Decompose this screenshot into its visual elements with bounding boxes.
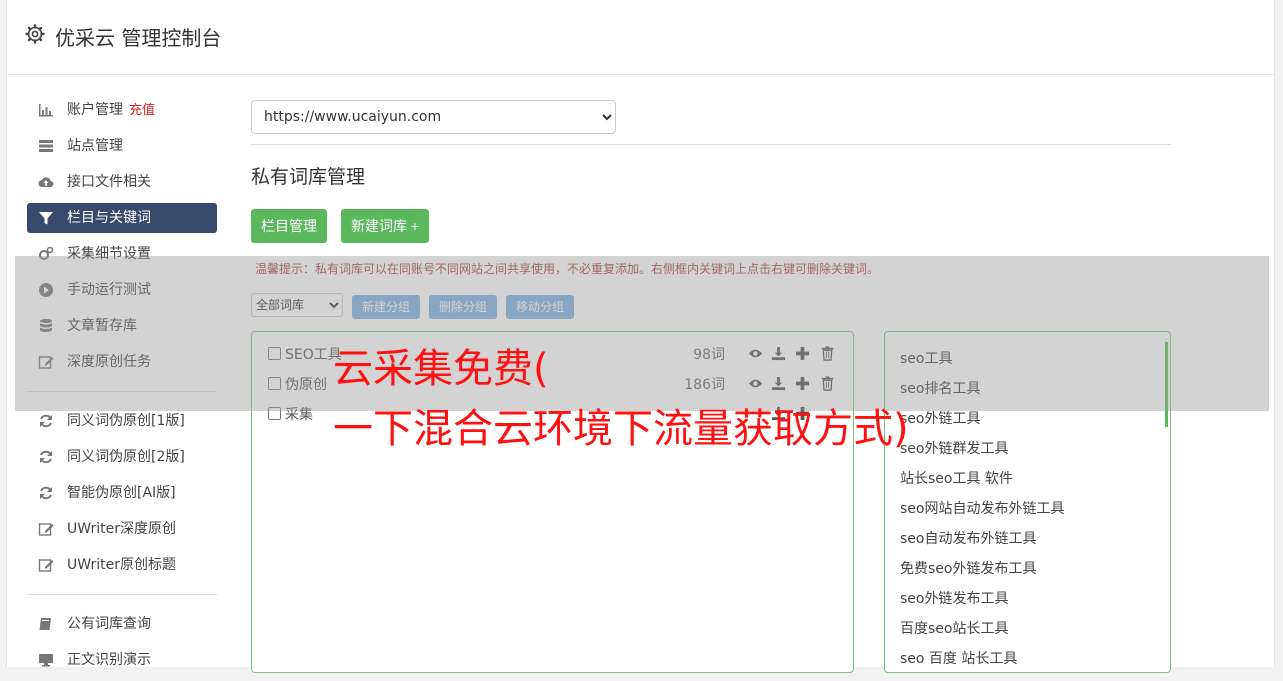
sidebar-item-public-lib[interactable]: 公有词库查询 <box>27 609 217 639</box>
overlay-band <box>15 256 1269 411</box>
overlay-text-line2: 一下混合云环境下流量获取方式) <box>333 406 909 452</box>
sidebar-item-label: 站点管理 <box>67 138 123 154</box>
section-title: 私有词库管理 <box>251 166 366 188</box>
refresh-icon <box>40 486 52 500</box>
book-icon <box>39 618 51 630</box>
site-select[interactable]: https://www.ucaiyun.com <box>251 100 616 134</box>
top-bar: 优采云 管理控制台 <box>7 0 1274 75</box>
cloud-upload-icon <box>38 177 54 187</box>
filter-icon <box>39 212 53 225</box>
refresh-icon <box>40 414 52 428</box>
gear-icon <box>25 24 45 44</box>
sidebar-item-account[interactable]: 账户管理 充值 <box>27 95 217 125</box>
sidebar-item-label: UWriter深度原创 <box>67 521 176 537</box>
refresh-icon <box>40 450 52 464</box>
column-manage-button[interactable]: 栏目管理 <box>251 209 327 243</box>
sidebar-item-label: 账户管理 <box>67 102 123 118</box>
sidebar-item-label: 接口文件相关 <box>67 174 151 190</box>
list-item[interactable]: 站长seo工具 软件 <box>900 468 1013 488</box>
sidebar-item-label: UWriter原创标题 <box>67 557 176 573</box>
monitor-icon <box>39 654 53 667</box>
sidebar-item-interface[interactable]: 接口文件相关 <box>27 167 217 197</box>
recharge-link[interactable]: 充值 <box>129 103 155 118</box>
list-item[interactable]: seo 百度 站长工具 <box>900 648 1017 668</box>
list-item[interactable]: 免费seo外链发布工具 <box>900 558 1036 578</box>
list-item[interactable]: seo网站自动发布外链工具 <box>900 498 1064 518</box>
page-title: 优采云 管理控制台 <box>55 26 222 50</box>
list-item[interactable]: seo自动发布外链工具 <box>900 528 1036 548</box>
sidebar-item-label: 栏目与关键词 <box>67 210 151 226</box>
bar-chart-icon <box>39 104 53 117</box>
sidebar-item-sites[interactable]: 站点管理 <box>27 131 217 161</box>
list-item[interactable]: seo外链工具 <box>900 408 980 428</box>
divider <box>251 144 1171 145</box>
sidebar-item-uwriter-deep[interactable]: UWriter深度原创 <box>27 514 217 544</box>
sidebar-divider <box>27 594 217 595</box>
sidebar-item-columns-keywords[interactable]: 栏目与关键词 <box>27 203 217 233</box>
new-library-button[interactable]: 新建词库 + <box>341 209 430 243</box>
edit-icon <box>38 559 54 572</box>
overlay-text-line1: 云采集免费( <box>333 346 549 392</box>
sidebar-item-label: 同义词伪原创[2版] <box>67 449 185 465</box>
edit-icon <box>38 523 54 536</box>
sidebar-item-ai-original[interactable]: 智能伪原创[AI版] <box>27 478 217 508</box>
sidebar-item-synonym-v2[interactable]: 同义词伪原创[2版] <box>27 442 217 472</box>
sidebar-item-label: 正文识别演示 <box>67 652 151 668</box>
sidebar-item-uwriter-title[interactable]: UWriter原创标题 <box>27 550 217 580</box>
list-item[interactable]: seo外链群发工具 <box>900 438 1008 458</box>
sidebar-item-label: 智能伪原创[AI版] <box>67 485 176 501</box>
list-item[interactable]: seo外链发布工具 <box>900 588 1008 608</box>
sidebar-item-label: 公有词库查询 <box>67 616 151 632</box>
sidebar-item-text-detect[interactable]: 正文识别演示 <box>27 645 217 675</box>
server-icon <box>39 140 53 152</box>
list-item[interactable]: 百度seo站长工具 <box>900 618 1008 638</box>
